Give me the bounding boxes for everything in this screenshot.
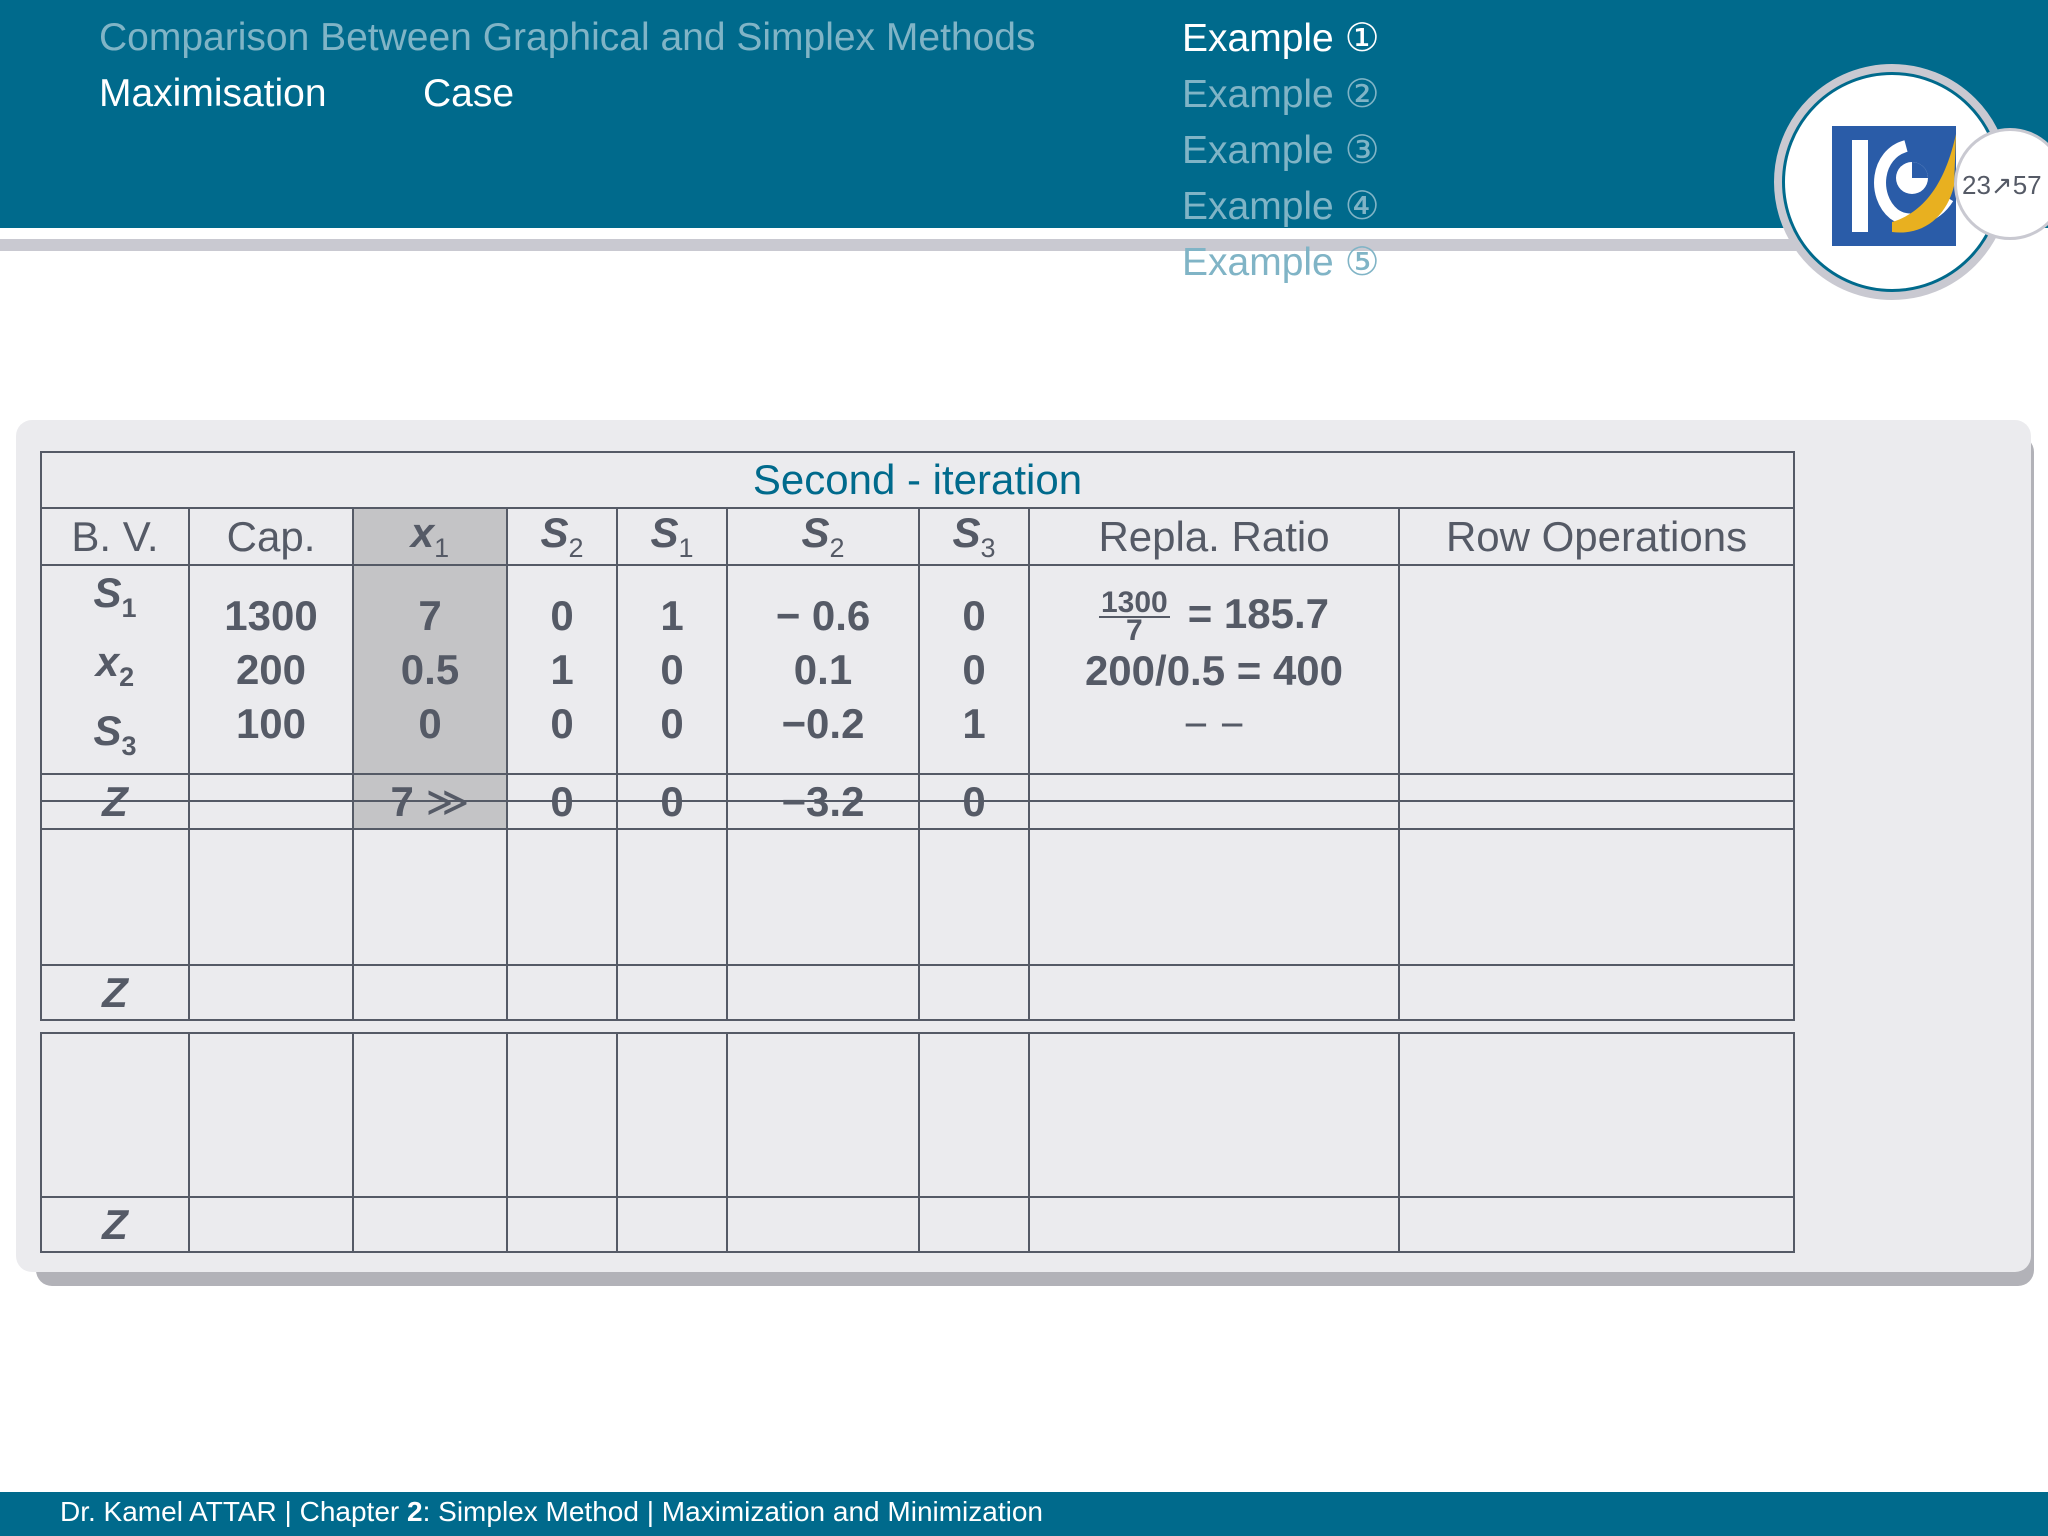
empty-iteration-table-1: Z — [40, 800, 1795, 1021]
header-s3: S3 — [918, 507, 1030, 566]
empty-cell — [616, 800, 728, 966]
bv-row-1: S1 — [93, 569, 137, 623]
nav-example-3[interactable]: Example ③ — [1182, 128, 1380, 173]
subsection-maximisation[interactable]: Maximisation — [99, 72, 327, 116]
pivot-column-cell: 7 0.5 0 — [352, 564, 508, 775]
s3-column-cell: 0 0 1 — [918, 564, 1030, 775]
empty-cell — [726, 964, 920, 1021]
s3-value: 1 — [962, 699, 986, 747]
nav-example-1[interactable]: Example ① — [1182, 16, 1380, 61]
nav-example-4[interactable]: Example ④ — [1182, 184, 1380, 229]
cap-value: 100 — [235, 699, 307, 747]
empty-cell — [188, 964, 354, 1021]
empty-cell — [726, 800, 920, 966]
empty-cell — [506, 800, 618, 966]
empty-cell — [1028, 1032, 1400, 1198]
empty-cell — [352, 800, 508, 966]
empty-cell — [1398, 800, 1795, 966]
empty-cell — [40, 1032, 190, 1198]
s2-value: 1 — [550, 645, 574, 693]
ratio-fraction: 1300 7 — [1098, 585, 1170, 647]
empty-cell — [506, 1032, 618, 1198]
subsection-case[interactable]: Case — [423, 72, 514, 116]
empty-cell — [352, 1196, 508, 1253]
ratio-row-2: 200/0.5 = 400 — [1084, 646, 1344, 694]
empty-cell — [726, 1196, 920, 1253]
empty-cell — [918, 1196, 1030, 1253]
header-gray-band — [0, 239, 1900, 251]
s3-value: 0 — [962, 591, 986, 639]
empty-cell — [352, 1032, 508, 1198]
header-divider — [0, 230, 1900, 236]
empty-cell — [918, 964, 1030, 1021]
s1-value: 0 — [660, 699, 684, 747]
row-operations-cell — [1397, 564, 1796, 775]
s1-value: 0 — [660, 645, 684, 693]
bv-row-3: S3 — [93, 707, 137, 761]
iteration-title: Second - iteration — [39, 451, 1796, 509]
section-title[interactable]: Comparison Between Graphical and Simplex… — [99, 16, 1035, 60]
z-label: Z — [40, 1196, 190, 1253]
empty-cell — [506, 1196, 618, 1253]
header-x1: x1 — [352, 507, 508, 566]
header-s2-second: S2 — [726, 507, 920, 566]
empty-cell — [616, 964, 728, 1021]
iteration-table: Second - iteration B. V. Cap. x1 S2 S1 S… — [39, 451, 1796, 830]
cap-value: 1300 — [224, 591, 318, 639]
ratio-row-1: 1300 7 = 185.7 — [1098, 585, 1330, 647]
s2-second-value: −0.2 — [781, 699, 865, 747]
empty-cell — [1028, 1196, 1400, 1253]
header-row-operations: Row Operations — [1397, 507, 1796, 566]
s2-second-value: − 0.6 — [775, 591, 871, 639]
ratio-column-cell: 1300 7 = 185.7 200/0.5 = 400 − − — [1028, 564, 1400, 775]
empty-cell — [726, 1032, 920, 1198]
empty-cell — [188, 1196, 354, 1253]
header-bv: B. V. — [40, 507, 190, 566]
header-cap: Cap. — [188, 507, 354, 566]
empty-cell — [506, 964, 618, 1021]
empty-cell — [352, 964, 508, 1021]
empty-cell — [1398, 1032, 1795, 1198]
footer-text: Dr. Kamel ATTAR | Chapter 2: Simplex Met… — [60, 1496, 1043, 1527]
s1-value: 1 — [660, 591, 684, 639]
z-label: Z — [40, 964, 190, 1021]
capacity-cell: 1300 200 100 — [188, 564, 354, 775]
cap-value: 200 — [235, 645, 307, 693]
header-s2: S2 — [506, 507, 618, 566]
empty-cell — [40, 800, 190, 966]
empty-cell — [616, 1032, 728, 1198]
page-indicator[interactable]: 23↗57 — [1962, 170, 2042, 201]
empty-cell — [1028, 964, 1400, 1021]
s2-column-cell: 0 1 0 — [506, 564, 618, 775]
empty-cell — [918, 800, 1030, 966]
empty-cell — [188, 800, 354, 966]
empty-iteration-table-2: Z — [40, 1032, 1795, 1253]
header-s1: S1 — [616, 507, 728, 566]
empty-cell — [616, 1196, 728, 1253]
s3-value: 0 — [962, 645, 986, 693]
empty-cell — [188, 1032, 354, 1198]
empty-cell — [918, 1032, 1030, 1198]
s2-second-column-cell: − 0.6 0.1 −0.2 — [726, 564, 920, 775]
s2-value: 0 — [550, 591, 574, 639]
empty-cell — [1398, 1196, 1795, 1253]
bv-row-2: x2 — [95, 638, 135, 692]
s2-second-value: 0.1 — [793, 645, 853, 693]
x1-value: 7 — [418, 591, 442, 639]
header-ratio: Repla. Ratio — [1028, 507, 1400, 566]
empty-cell — [1398, 964, 1795, 1021]
nav-example-2[interactable]: Example ② — [1182, 72, 1380, 117]
nav-example-5[interactable]: Example ⑤ — [1182, 240, 1380, 285]
ratio-row-3: − − — [1183, 700, 1245, 748]
s1-column-cell: 1 0 0 — [616, 564, 728, 775]
basic-variables-cell: S1 x2 S3 — [40, 564, 190, 775]
x1-value: 0 — [418, 699, 442, 747]
empty-cell — [1028, 800, 1400, 966]
s2-value: 0 — [550, 699, 574, 747]
university-logo-icon — [1832, 126, 1956, 246]
x1-value: 0.5 — [400, 645, 460, 693]
